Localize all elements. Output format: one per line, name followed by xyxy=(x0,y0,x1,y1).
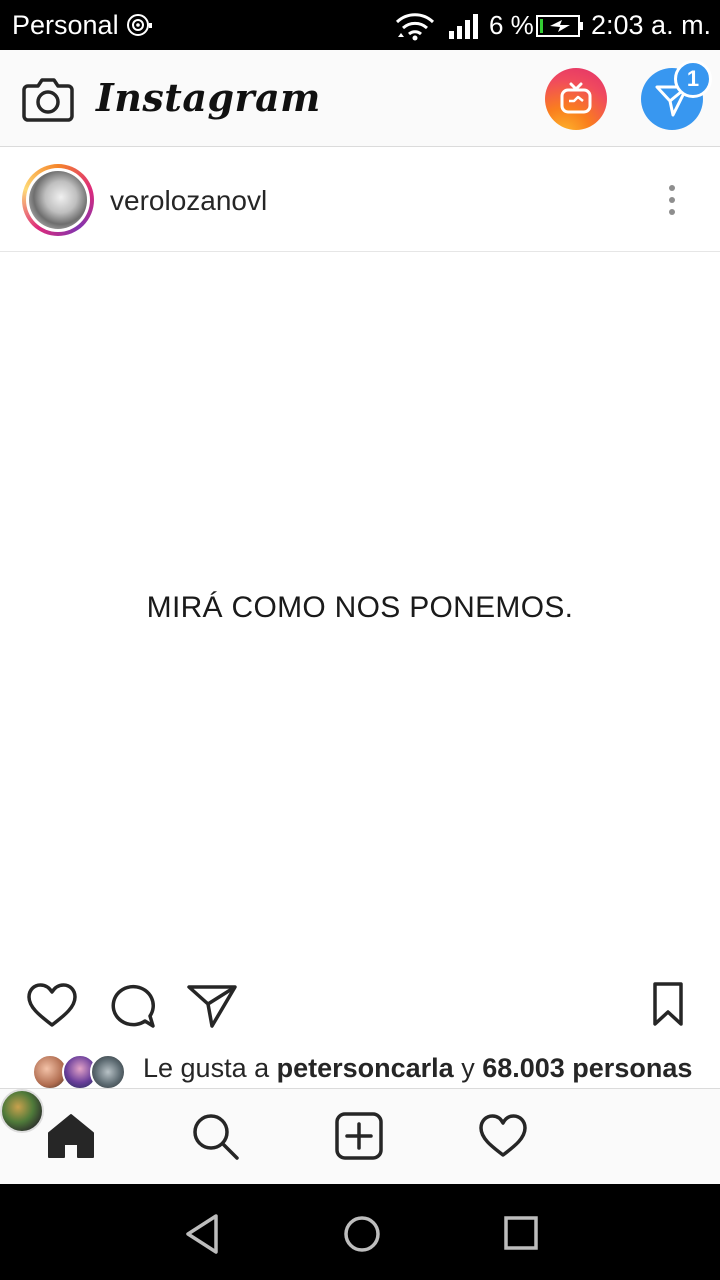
signal-icon xyxy=(449,14,478,39)
avatar xyxy=(29,171,87,229)
carrier-name: Personal xyxy=(12,10,119,40)
post-image[interactable]: MIRÁ COMO NOS PONEMOS. xyxy=(0,253,720,958)
likes-middle: y xyxy=(453,1053,483,1083)
liker-avatars xyxy=(32,1054,128,1088)
post-image-text: MIRÁ COMO NOS PONEMOS. xyxy=(146,591,574,624)
search-icon[interactable] xyxy=(190,1111,240,1161)
comment-icon[interactable] xyxy=(105,980,159,1030)
likes-text: Le gusta a petersoncarla y 68.003 person… xyxy=(143,1052,692,1084)
hotspot-icon xyxy=(127,14,152,36)
home-icon[interactable] xyxy=(46,1111,96,1161)
profile-avatar[interactable] xyxy=(0,1089,44,1133)
system-navigation-bar xyxy=(0,1184,720,1280)
igtv-button[interactable] xyxy=(545,68,607,130)
bottom-navigation xyxy=(0,1088,720,1184)
battery-charging-icon xyxy=(536,15,583,37)
home-circle-icon[interactable] xyxy=(340,1212,384,1256)
direct-unread-badge: 1 xyxy=(674,60,712,98)
story-ring[interactable] xyxy=(22,164,94,236)
like-icon[interactable] xyxy=(25,980,79,1030)
camera-icon[interactable] xyxy=(22,76,74,122)
battery-percent: 6 % xyxy=(489,10,534,40)
post-header: verolozanovl xyxy=(0,148,720,252)
likes-summary[interactable]: Le gusta a petersoncarla y 68.003 person… xyxy=(0,1048,720,1088)
likes-prefix: Le gusta a xyxy=(143,1053,277,1083)
share-icon[interactable] xyxy=(185,980,239,1030)
recents-icon[interactable] xyxy=(500,1212,544,1256)
likes-count[interactable]: 68.003 personas xyxy=(482,1053,692,1083)
activity-heart-icon[interactable] xyxy=(478,1111,528,1161)
top-app-bar: Instagram 1 xyxy=(0,50,720,147)
clock: 2:03 a. m. xyxy=(591,10,712,40)
more-options-icon[interactable] xyxy=(660,180,684,220)
bookmark-icon[interactable] xyxy=(645,980,699,1030)
post-actions xyxy=(0,958,720,1048)
instagram-logo: Instagram xyxy=(96,75,321,120)
back-icon[interactable] xyxy=(180,1212,224,1256)
add-post-icon[interactable] xyxy=(334,1111,384,1161)
status-bar: Personal 6 % 2:03 a. m. xyxy=(0,0,720,50)
post-username[interactable]: verolozanovl xyxy=(110,185,267,217)
avatar xyxy=(90,1054,126,1088)
wifi-icon xyxy=(395,13,435,41)
liker-username[interactable]: petersoncarla xyxy=(277,1053,454,1083)
igtv-icon xyxy=(560,82,592,114)
